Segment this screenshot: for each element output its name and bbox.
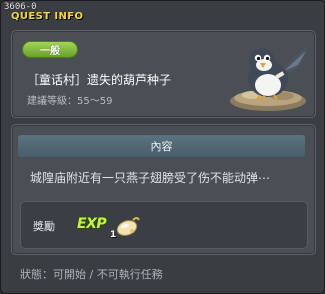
difficulty-badge: 一般 [22, 41, 78, 58]
exp-icon[interactable]: EXP [77, 216, 107, 232]
quest-status: 狀態：可開始 / 不可執行任務 [20, 268, 163, 281]
recommended-level: 建議等級：55～59 [27, 96, 113, 107]
swallow-npc-icon [230, 45, 308, 111]
quest-info-window: 3606-0 QUEST INFO 一般 ［童话村］遗失的葫芦种子 建議等級：5… [0, 0, 325, 294]
quest-content-panel: 內容 城隍庙附近有一只燕子翅膀受了伤不能动弹⋯ 獎勵 EXP 1 [11, 124, 316, 255]
content-section-header: 內容 [18, 135, 305, 157]
quest-description: 城隍庙附近有一只燕子翅膀受了伤不能动弹⋯ [30, 171, 271, 185]
gourd-seed-icon[interactable] [113, 212, 141, 240]
reward-box: 獎勵 EXP 1 [20, 201, 308, 249]
reward-label: 獎勵 [33, 220, 55, 233]
quest-summary-panel: 一般 ［童话村］遗失的葫芦种子 建議等級：55～59 [11, 30, 316, 118]
quest-title: ［童话村］遗失的葫芦种子 [27, 73, 172, 87]
window-title: QUEST INFO [11, 11, 84, 22]
